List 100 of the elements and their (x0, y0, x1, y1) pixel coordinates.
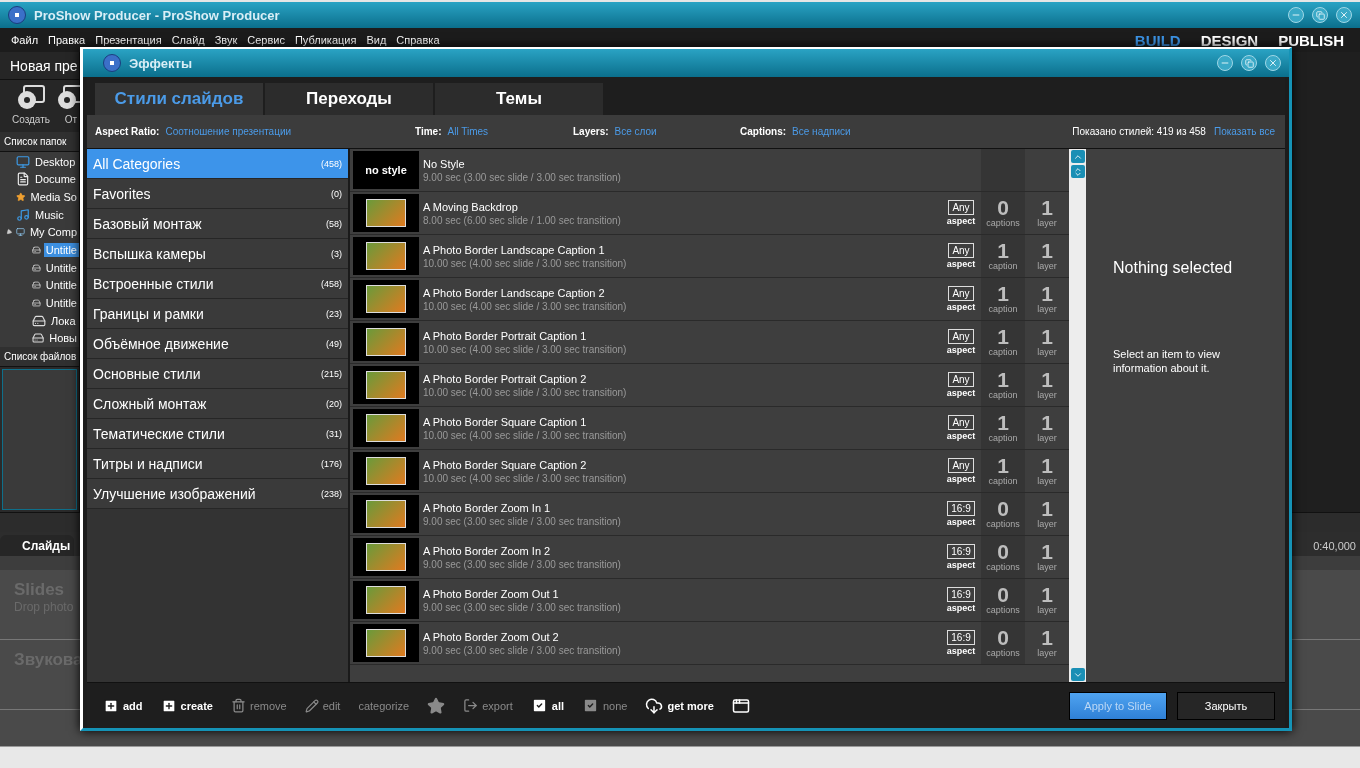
layers-label: layer (1037, 304, 1057, 314)
dialog-tab[interactable]: Стили слайдов (95, 83, 263, 115)
category-name: Встроенные стили (93, 275, 214, 292)
style-duration: 10.00 sec (4.00 sec slide / 3.00 sec transition) (423, 300, 628, 312)
style-row[interactable]: A Moving Backdrop 8.00 sec (6.00 sec slide / 1.00 sec transition) Any aspect 0 captions 1 layer (350, 192, 1069, 235)
show-all-link[interactable]: Показать все (1213, 126, 1275, 137)
category-item[interactable]: Объёмное движение (49) (87, 329, 348, 359)
minimize-button[interactable] (1288, 7, 1304, 23)
scroll-thumb[interactable] (1070, 165, 1085, 178)
filter-link[interactable]: Все слои (614, 126, 657, 137)
category-name: Favorites (93, 185, 151, 202)
dialog-button[interactable]: Закрыть (1177, 691, 1275, 720)
folder-tree-item[interactable]: Desktop (33, 154, 78, 169)
layers-label: layer (1037, 562, 1057, 572)
filter-link[interactable]: Все надписи (792, 126, 851, 137)
scroll-up-button[interactable] (1070, 150, 1085, 163)
style-row[interactable]: A Photo Border Portrait Caption 2 10.00 sec (4.00 sec slide / 3.00 sec transition) Any aspect 1 caption 1 layer (350, 364, 1069, 407)
category-count: (3) (331, 248, 342, 259)
folder-tree-item[interactable]: Media So (28, 190, 79, 205)
maximize-button[interactable] (1241, 55, 1257, 71)
category-item[interactable]: Улучшение изображений (238) (87, 479, 348, 509)
style-row[interactable]: A Photo Border Zoom In 1 9.00 sec (3.00 sec slide / 3.00 sec transition) 16:9 aspect 0 captions 1 layer (350, 493, 1069, 536)
toolbar-button[interactable]: Создать (12, 84, 50, 132)
style-row[interactable]: no style No Style 9.00 sec (3.00 sec slide / 3.00 sec transition) (350, 149, 1069, 192)
filter-link[interactable]: All Times (447, 126, 489, 137)
menu-item[interactable]: Слайд (166, 34, 210, 46)
folder-tree-item[interactable]: Untitle (43, 278, 79, 293)
style-duration: 8.00 sec (6.00 sec slide / 1.00 sec transition) (423, 214, 622, 226)
style-row[interactable]: A Photo Border Zoom In 2 9.00 sec (3.00 sec slide / 3.00 sec transition) 16:9 aspect 0 captions 1 layer (350, 536, 1069, 579)
style-name: A Photo Border Zoom Out 2 (423, 630, 560, 643)
maximize-button[interactable] (1312, 7, 1328, 23)
photo-placeholder (366, 328, 406, 356)
category-count: (458) (321, 158, 342, 169)
category-item[interactable]: Вспышка камеры (3) (87, 239, 348, 269)
toolbar-button[interactable] (731, 696, 750, 715)
category-count: (20) (326, 398, 342, 409)
category-item[interactable]: Основные стили (215) (87, 359, 348, 389)
style-row[interactable]: A Photo Border Zoom Out 2 9.00 sec (3.00 sec slide / 3.00 sec transition) 16:9 aspect 0 captions 1 layer (350, 622, 1069, 665)
scroll-down-button[interactable] (1070, 668, 1085, 681)
category-item[interactable]: Базовый монтаж (58) (87, 209, 348, 239)
style-row[interactable]: A Photo Border Zoom Out 1 9.00 sec (3.00 sec slide / 3.00 sec transition) 16:9 aspect 0 captions 1 layer (350, 579, 1069, 622)
vertical-scrollbar[interactable] (1069, 149, 1086, 682)
mode-tab[interactable]: DESIGN (1200, 31, 1259, 49)
style-row[interactable]: A Photo Border Landscape Caption 2 10.00 sec (4.00 sec slide / 3.00 sec transition) Any aspect 1 caption 1 layer (350, 278, 1069, 321)
menu-item[interactable]: Презентация (90, 34, 167, 46)
style-row[interactable]: A Photo Border Landscape Caption 1 10.00 sec (4.00 sec slide / 3.00 sec transition) Any aspect 1 caption 1 layer (350, 235, 1069, 278)
expand-arrow-icon[interactable] (6, 228, 12, 236)
style-row[interactable]: A Photo Border Square Caption 1 10.00 sec (4.00 sec slide / 3.00 sec transition) Any aspect 1 caption 1 layer (350, 407, 1069, 450)
menu-item[interactable]: Правка (43, 34, 91, 46)
close-button[interactable] (1265, 55, 1281, 71)
menu-item[interactable]: Публикация (289, 34, 362, 46)
menu-item[interactable]: Вид (361, 34, 392, 46)
captions-label: caption (988, 304, 1018, 314)
style-duration: 9.00 sec (3.00 sec slide / 3.00 sec transition) (423, 171, 622, 183)
category-item[interactable]: Favorites (0) (87, 179, 348, 209)
style-row[interactable]: A Photo Border Portrait Caption 1 10.00 sec (4.00 sec slide / 3.00 sec transition) Any aspect 1 caption 1 layer (350, 321, 1069, 364)
mode-tab[interactable]: PUBLISH (1278, 31, 1344, 49)
mode-tab[interactable]: BUILD (1134, 31, 1181, 49)
dialog-tab[interactable]: Темы (435, 83, 603, 115)
folder-tree-item[interactable]: Новы (47, 331, 79, 346)
folder-tree-item[interactable]: Untitle (43, 260, 79, 275)
aspect-badge: Any (948, 458, 974, 473)
horizontal-scrollbar[interactable] (0, 746, 1360, 768)
layers-count: 1 (1041, 542, 1053, 562)
category-item[interactable]: Сложный монтаж (20) (87, 389, 348, 419)
style-name: A Photo Border Square Caption 1 (423, 415, 588, 428)
category-count: (58) (326, 218, 342, 229)
toolbar-button[interactable]: add (103, 697, 143, 714)
layers-count: 1 (1041, 370, 1053, 390)
folder-tree-item[interactable]: Лока (49, 313, 78, 328)
style-row[interactable]: A Photo Border Square Caption 2 10.00 sec (4.00 sec slide / 3.00 sec transition) Any aspect 1 caption 1 layer (350, 450, 1069, 493)
checkbox[interactable]: all (530, 697, 564, 714)
dialog-tab[interactable]: Переходы (265, 83, 433, 115)
folder-tree-item[interactable]: My Comp (27, 225, 79, 240)
menu-item[interactable]: Файл (6, 34, 44, 46)
menu-item[interactable]: Сервис (242, 34, 290, 46)
aspect-badge: Any (948, 200, 974, 215)
toolbar-button[interactable]: create (160, 697, 213, 714)
close-button[interactable] (1336, 7, 1352, 23)
captions-label: captions (986, 519, 1020, 529)
folder-tree-item[interactable]: Docume (33, 172, 78, 187)
aspect-label: aspect (946, 603, 976, 613)
filter-link[interactable]: Соотношение презентации (165, 126, 292, 137)
folder-tree-item[interactable]: Music (33, 207, 66, 222)
photo-placeholder (366, 242, 406, 270)
category-item[interactable]: Тематические стили (31) (87, 419, 348, 449)
category-count: (23) (326, 308, 342, 319)
menu-item[interactable]: Справка (391, 34, 445, 46)
toolbar-button[interactable]: get more (645, 696, 714, 715)
captions-count: 0 (997, 198, 1009, 218)
photo-placeholder (366, 500, 406, 528)
category-item[interactable]: Титры и надписи (176) (87, 449, 348, 479)
layers-count: 1 (1041, 585, 1053, 605)
category-item[interactable]: Встроенные стили (458) (87, 269, 348, 299)
menu-item[interactable]: Звук (209, 34, 243, 46)
minimize-button[interactable] (1217, 55, 1233, 71)
timeline-tab[interactable]: Слайды (0, 535, 75, 556)
category-item[interactable]: Границы и рамки (23) (87, 299, 348, 329)
folder-tree-item[interactable]: Untitle (43, 295, 79, 310)
captions-count: 1 (997, 370, 1009, 390)
